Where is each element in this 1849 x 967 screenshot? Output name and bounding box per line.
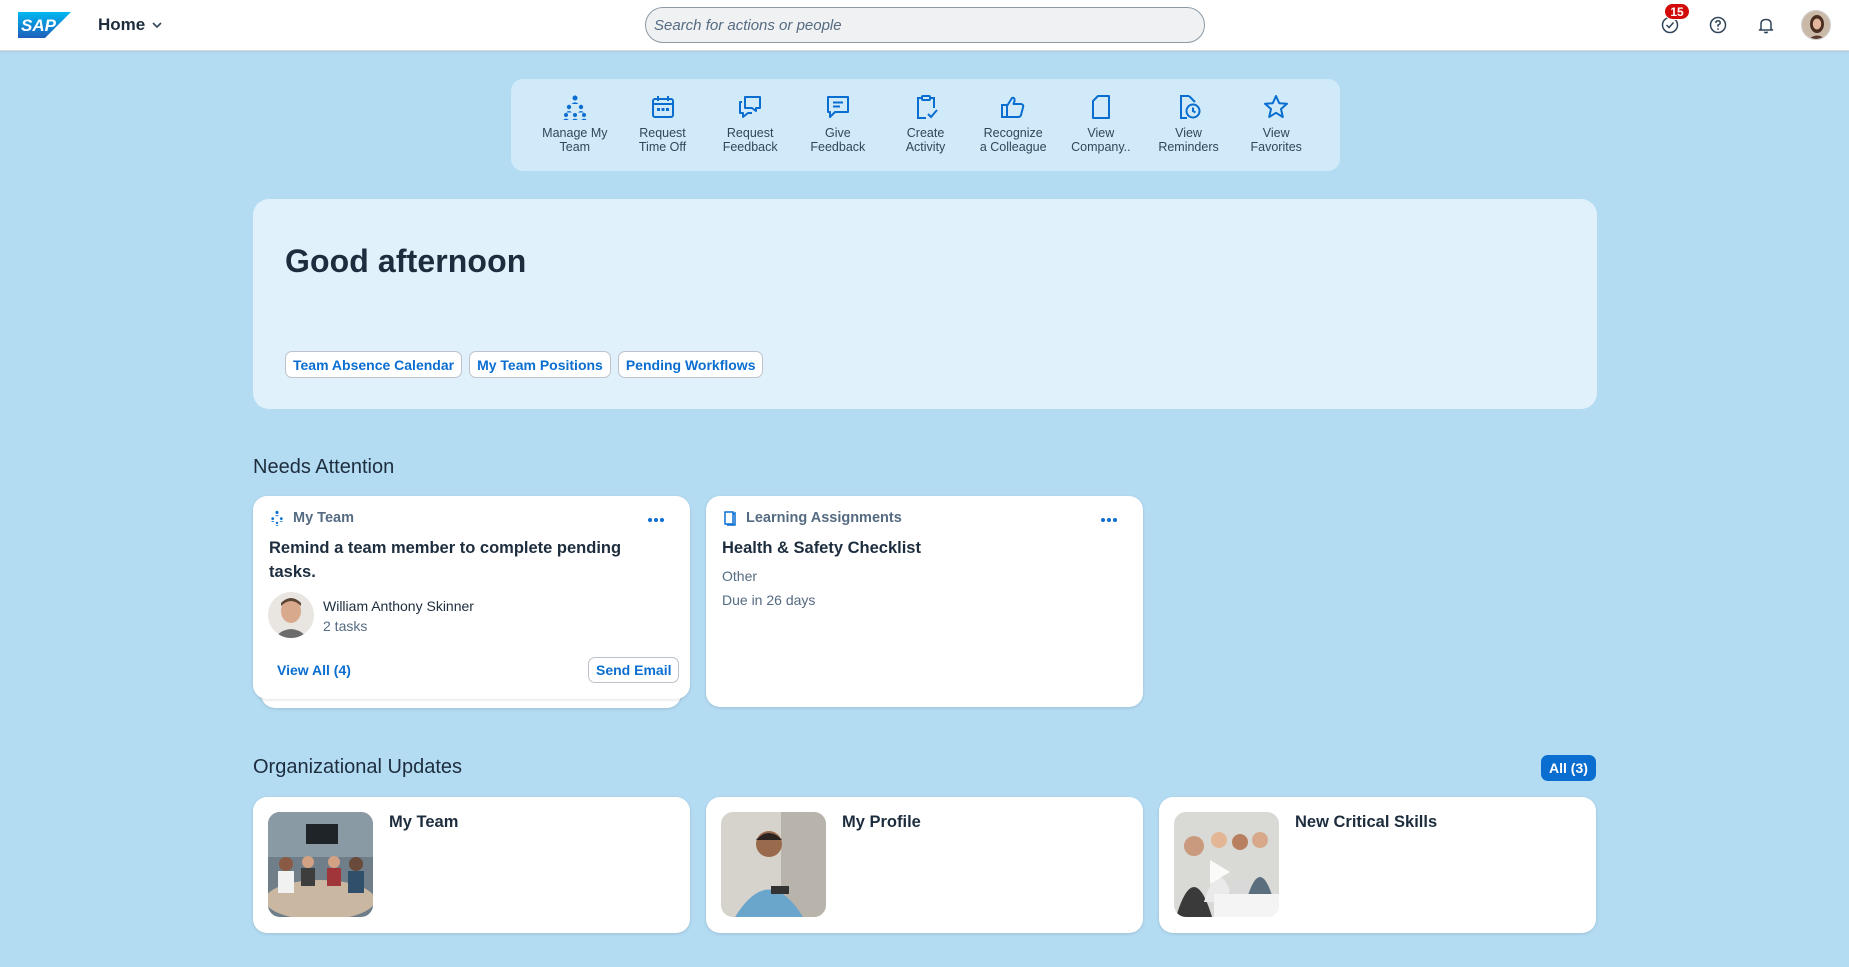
org-chart-icon: [563, 95, 587, 120]
learning-assignments-card[interactable]: Learning Assignments Health & Safety Che…: [706, 496, 1143, 707]
assignment-type: Other: [722, 568, 758, 584]
org-update-card-new-critical-skills[interactable]: New Critical Skills: [1159, 797, 1596, 933]
person-detail: 2 tasks: [323, 618, 368, 634]
thumbs-up-icon: [1001, 96, 1025, 118]
card-category: Learning Assignments: [746, 510, 902, 526]
quick-action-manage-my-team[interactable]: Manage My Team: [531, 79, 619, 171]
pending-workflows-link[interactable]: Pending Workflows: [617, 351, 764, 378]
calendar-icon: [651, 96, 674, 118]
book-icon: [724, 511, 736, 526]
org-update-card-my-profile[interactable]: My Profile: [706, 797, 1143, 933]
quick-action-view-reminders[interactable]: View Reminders: [1145, 79, 1233, 171]
view-all-button[interactable]: View All (4): [277, 662, 351, 678]
greeting-title: Good afternoon: [285, 243, 527, 279]
needs-attention-title: Needs Attention: [253, 456, 395, 478]
org-update-title: My Team: [389, 813, 459, 831]
org-chart-icon: [270, 510, 284, 526]
more-options-button[interactable]: [1097, 512, 1121, 528]
due-date: Due in 26 days: [722, 592, 816, 608]
my-team-card[interactable]: My Team Remind a team member to complete…: [253, 496, 690, 699]
quick-action-recognize-colleague[interactable]: Recognize a Colleague: [969, 79, 1057, 171]
shortcut-links: Team Absence Calendar My Team Positions …: [285, 351, 764, 378]
svg-text:SAP: SAP: [21, 16, 57, 35]
tasks-count-badge: 15: [1664, 3, 1690, 20]
quick-action-label: Give Feedback: [810, 126, 866, 154]
profile-photo: [721, 812, 826, 917]
feedback-request-icon: [739, 96, 762, 118]
all-updates-button[interactable]: All (3): [1541, 755, 1596, 781]
more-options-button[interactable]: [644, 512, 668, 528]
greeting-panel: Good afternoon Team Absence Calendar My …: [253, 199, 1597, 409]
overflow-dots-icon: [1101, 518, 1117, 522]
card-title: Health & Safety Checklist: [722, 539, 921, 557]
star-icon: [1264, 95, 1289, 118]
chevron-down-icon: [152, 22, 162, 29]
quick-action-label: Manage My Team: [542, 126, 608, 154]
send-email-button[interactable]: Send Email: [588, 657, 680, 683]
help-button[interactable]: [1706, 13, 1730, 37]
card-header: My Team: [269, 510, 354, 526]
org-update-title: My Profile: [842, 813, 921, 831]
quick-action-label: Create Activity: [905, 126, 946, 154]
sap-logo[interactable]: SAP: [18, 12, 71, 38]
org-updates-title: Organizational Updates: [253, 756, 463, 778]
person-name: William Anthony Skinner: [323, 598, 474, 614]
org-update-title: New Critical Skills: [1295, 813, 1438, 831]
quick-action-label: View Reminders: [1158, 126, 1219, 154]
team-photo: [1174, 812, 1279, 917]
search-input[interactable]: [654, 16, 1204, 34]
quick-action-create-activity[interactable]: Create Activity: [882, 79, 970, 171]
quick-action-label: Request Time Off: [638, 126, 687, 154]
quick-action-label: Recognize a Colleague: [979, 126, 1047, 154]
bell-icon: [1758, 18, 1774, 34]
search-field[interactable]: [645, 7, 1205, 43]
quick-action-label: View Company..: [1071, 126, 1131, 154]
user-avatar[interactable]: [1801, 10, 1831, 40]
overflow-dots-icon: [648, 518, 664, 522]
card-header: Learning Assignments: [722, 510, 902, 526]
clipboard-check-icon: [916, 95, 938, 119]
card-title: Remind a team member to complete pending…: [269, 539, 622, 581]
quick-action-label: View Favorites: [1250, 126, 1302, 154]
home-menu-button[interactable]: Home: [98, 13, 163, 37]
card-category: My Team: [293, 510, 354, 526]
quick-action-request-feedback[interactable]: Request Feedback: [706, 79, 794, 171]
comment-icon: [826, 96, 849, 118]
quick-action-view-company[interactable]: View Company..: [1057, 79, 1145, 171]
shell-bar: SAP Home 15: [0, 0, 1849, 51]
quick-actions-bar: Manage My Team Request Time Off Request …: [511, 79, 1340, 171]
my-team-positions-link[interactable]: My Team Positions: [469, 351, 611, 378]
notifications-button[interactable]: [1754, 13, 1778, 37]
quick-action-give-feedback[interactable]: Give Feedback: [794, 79, 882, 171]
quick-action-view-favorites[interactable]: View Favorites: [1232, 79, 1320, 171]
document-icon: [1091, 95, 1110, 119]
home-label: Home: [98, 15, 146, 34]
quick-action-request-time-off[interactable]: Request Time Off: [619, 79, 707, 171]
team-absence-calendar-link[interactable]: Team Absence Calendar: [285, 351, 463, 378]
person-avatar: [268, 592, 314, 638]
quick-action-label: Request Feedback: [722, 126, 778, 154]
meeting-photo: [268, 812, 373, 917]
help-icon: [1709, 16, 1727, 34]
reminder-clock-icon: [1179, 95, 1201, 119]
org-update-card-my-team[interactable]: My Team: [253, 797, 690, 933]
